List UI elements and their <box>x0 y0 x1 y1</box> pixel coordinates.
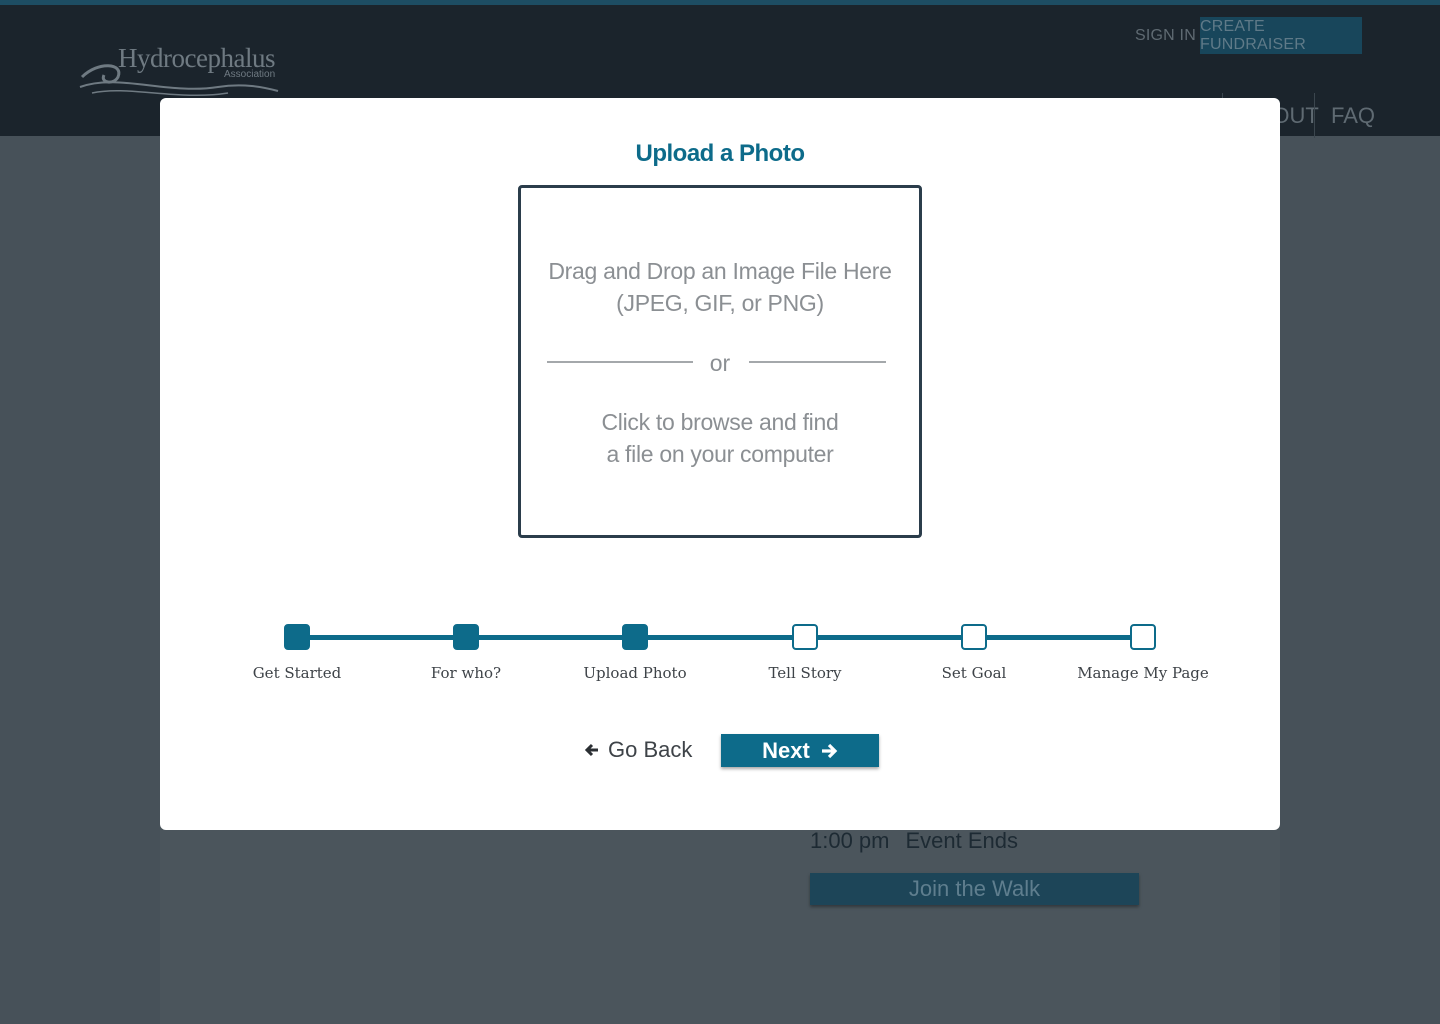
step-label: Upload Photo <box>583 664 687 682</box>
dropzone-browse-line1: Click to browse and find <box>601 409 839 435</box>
progress-step: Tell Story <box>725 624 885 682</box>
step-label: Set Goal <box>941 664 1007 682</box>
progress-step: Manage My Page <box>1063 624 1223 682</box>
event-end-time: 1:00 pm <box>810 828 890 853</box>
step-label: Manage My Page <box>1077 664 1209 682</box>
dropzone-instruction: Drag and Drop an Image File Here <box>548 258 892 284</box>
step-indicator <box>622 624 648 650</box>
modal-title: Upload a Photo <box>635 140 806 167</box>
step-label: Get Started <box>252 664 342 682</box>
next-label: Next <box>762 737 810 763</box>
progress-step: For who? <box>386 624 546 682</box>
step-indicator <box>792 624 818 650</box>
progress-steps: Get Started For who? Upload Photo Tell Stor… <box>160 620 1280 700</box>
nav-faq[interactable]: FAQ <box>1314 93 1375 138</box>
step-indicator <box>284 624 310 650</box>
divider-right <box>749 361 886 363</box>
go-back-label: Go Back <box>608 737 693 762</box>
step-label: Tell Story <box>768 664 842 682</box>
create-fundraiser-button[interactable]: CREATE FUNDRAISER <box>1200 17 1362 54</box>
step-label: For who? <box>430 664 502 682</box>
progress-step: Set Goal <box>894 624 1054 682</box>
arrow-left-icon <box>584 743 598 757</box>
arrow-right-icon <box>821 743 838 758</box>
next-button[interactable]: Next <box>721 734 879 767</box>
event-end-label: Event Ends <box>905 828 1019 853</box>
step-indicator <box>961 624 987 650</box>
progress-step: Get Started <box>217 624 377 682</box>
step-indicator <box>453 624 479 650</box>
go-back-button[interactable]: Go Back <box>584 735 692 765</box>
join-walk-button[interactable]: Join the Walk <box>810 873 1139 905</box>
progress-step: Upload Photo <box>555 624 715 682</box>
dropzone-or: or <box>709 350 731 376</box>
event-end-row: 1:00 pm Event Ends <box>810 828 1018 854</box>
logo-subtitle: Association <box>224 69 276 80</box>
dropzone-file-types: (JPEG, GIF, or PNG) <box>616 290 824 316</box>
dropzone-browse-line2: a file on your computer <box>606 441 834 467</box>
sign-in-link[interactable]: SIGN IN <box>1135 27 1196 45</box>
site-logo[interactable]: Hydrocephalus Association <box>78 43 288 103</box>
step-indicator <box>1130 624 1156 650</box>
photo-dropzone[interactable]: Drag and Drop an Image File Here (JPEG, … <box>518 185 922 538</box>
upload-photo-modal: Upload a Photo Drag and Drop an Image Fi… <box>160 98 1280 830</box>
